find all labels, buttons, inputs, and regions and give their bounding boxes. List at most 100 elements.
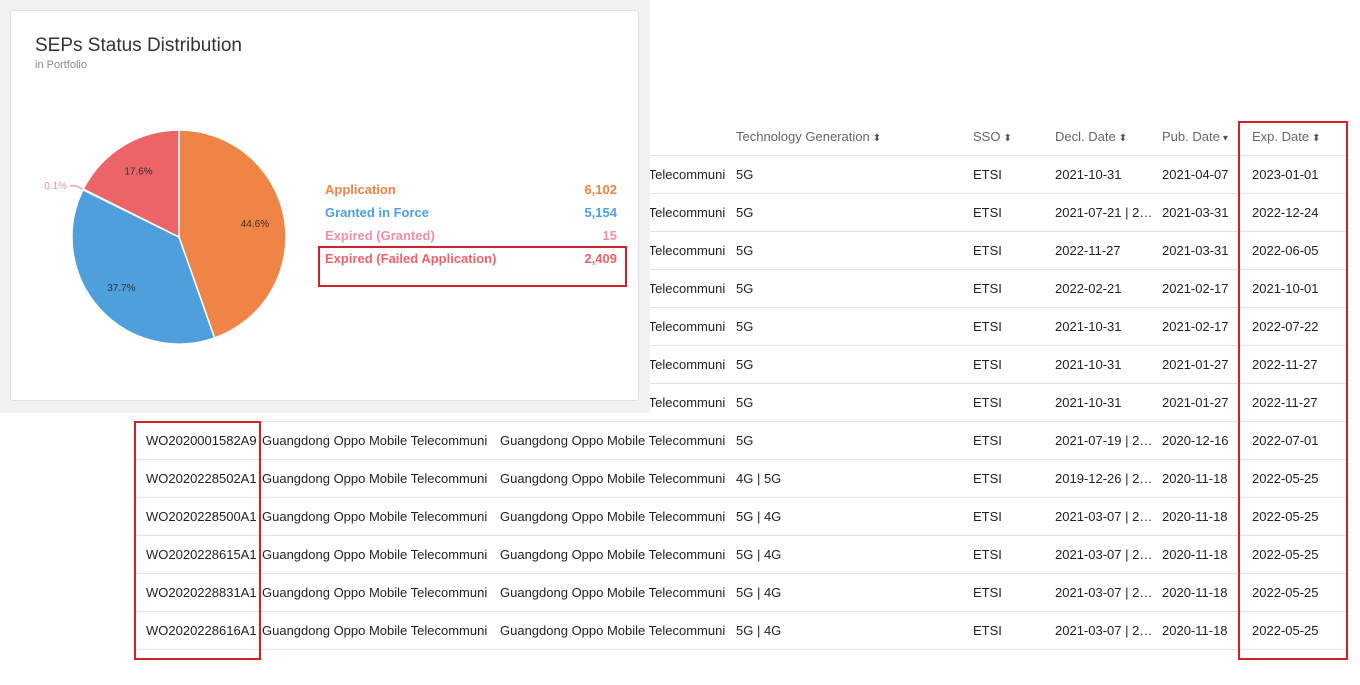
row-sso: ETSI [973,357,1002,372]
row-technology: 5G | 4G [736,509,782,524]
row-technology: 5G [736,319,754,334]
row-applicant: Guangdong Oppo Mobile Telecommuni [500,471,726,486]
legend-label: Application [325,182,396,197]
row-assignee: Guangdong Oppo Mobile Telecommuni [262,509,488,524]
row-technology: 5G | 4G [736,623,782,638]
sort-icon: ⬍ [1118,133,1128,144]
legend-item[interactable]: Expired (Failed Application) 2,409 [325,250,617,273]
sort-desc-icon: ▾ [1222,133,1228,144]
row-id: WO2020228502A1 [146,471,257,486]
row-id: WO2020228831A1 [146,585,257,600]
screenshot-stage: Technology Generation ⬍ SSO ⬍ Decl. Date ⬍ … [0,0,1360,685]
row-exp-date: 2022-07-01 [1252,433,1319,448]
row-applicant: Guangdong Oppo Mobile Telecommuni [500,547,726,562]
row-exp-date: 2022-06-05 [1252,243,1319,258]
row-technology: 5G | 4G [736,547,782,562]
row-id: WO2020228500A1 [146,509,257,524]
header-exp-date[interactable]: Exp. Date ⬍ [1252,118,1344,156]
pie-percent-label: 0.1% [44,181,67,192]
row-decl-date: 2021-10-31 [1055,167,1122,182]
row-decl-date: 2021-03-07 | 20... [1055,585,1154,600]
row-decl-date: 2021-07-21 | 20... [1055,205,1154,220]
header-pub-date[interactable]: Pub. Date ▾ [1162,118,1254,156]
sort-icon: ⬍ [1003,133,1012,144]
row-exp-date: 2022-07-22 [1252,319,1319,334]
row-technology: 5G [736,167,754,182]
row-decl-date: 2021-03-07 | 20... [1055,547,1154,562]
row-technology: 5G [736,395,754,410]
legend-value: 5,154 [584,205,617,220]
row-technology: 5G [736,281,754,296]
row-assignee: Guangdong Oppo Mobile Telecommuni [262,433,488,448]
table-row[interactable]: WO2020228616A1 Guangdong Oppo Mobile Tele… [134,612,1346,650]
row-technology: 5G [736,243,754,258]
row-pub-date: 2021-03-31 [1162,243,1229,258]
row-applicant: Guangdong Oppo Mobile Telecommuni [500,623,726,638]
card-subtitle: in Portfolio [35,59,87,71]
row-assignee: Guangdong Oppo Mobile Telecommuni [262,623,488,638]
row-sso: ETSI [973,471,1002,486]
row-exp-date: 2022-12-24 [1252,205,1319,220]
chart-card-backdrop: SEPs Status Distribution in Portfolio 44… [0,0,650,413]
row-assignee: Guangdong Oppo Mobile Telecommuni [262,547,488,562]
row-id: WO2020228615A1 [146,547,257,562]
row-sso: ETSI [973,623,1002,638]
row-decl-date: 2021-07-19 | 20... [1055,433,1154,448]
row-assignee: Guangdong Oppo Mobile Telecommuni [262,585,488,600]
row-decl-date: 2021-03-07 | 20... [1055,623,1154,638]
pie-connector-line [70,185,83,190]
sort-icon: ⬍ [872,133,882,144]
legend-label: Expired (Failed Application) [325,251,497,266]
pie-percent-label: 44.6% [241,219,269,230]
legend-value: 6,102 [584,182,617,197]
row-exp-date: 2022-05-25 [1252,547,1319,562]
legend-item[interactable]: Granted in Force 5,154 [325,204,617,227]
header-technology-generation[interactable]: Technology Generation ⬍ [736,118,966,156]
row-pub-date: 2021-03-31 [1162,205,1229,220]
row-applicant: Guangdong Oppo Mobile Telecommuni [500,585,726,600]
legend-item[interactable]: Application 6,102 [325,181,617,204]
row-sso: ETSI [973,395,1002,410]
row-pub-date: 2020-11-18 [1162,509,1228,524]
row-exp-date: 2022-05-25 [1252,509,1319,524]
table-row[interactable]: WO2020228502A1 Guangdong Oppo Mobile Tele… [134,460,1346,498]
row-applicant: Guangdong Oppo Mobile Telecommuni [500,509,726,524]
status-pie-chart: 44.6% 37.7% 0.1% 17.6% [44,129,287,345]
row-pub-date: 2020-11-18 [1162,623,1228,638]
row-technology: 5G [736,433,754,448]
row-pub-date: 2020-11-18 [1162,585,1228,600]
legend-label: Granted in Force [325,205,430,220]
header-label: Technology Generation [736,129,870,144]
legend-item[interactable]: Expired (Granted) 15 [325,227,617,250]
row-sso: ETSI [973,205,1002,220]
table-row[interactable]: WO2020001582A9 Guangdong Oppo Mobile Tele… [134,422,1346,460]
row-exp-date: 2022-05-25 [1252,623,1319,638]
row-decl-date: 2022-02-21 [1055,281,1122,296]
legend-value: 15 [602,228,617,243]
row-sso: ETSI [973,547,1002,562]
row-exp-date: 2022-05-25 [1252,585,1319,600]
legend-value: 2,409 [584,251,617,266]
row-decl-date: 2021-03-07 | 20... [1055,509,1154,524]
header-sso[interactable]: SSO ⬍ [973,118,1053,156]
table-row[interactable]: WO2020228500A1 Guangdong Oppo Mobile Tele… [134,498,1346,536]
header-label: Decl. Date [1055,129,1116,144]
row-sso: ETSI [973,281,1002,296]
table-row[interactable]: WO2020228615A1 Guangdong Oppo Mobile Tele… [134,536,1346,574]
row-exp-date: 2022-11-27 [1252,357,1318,372]
sort-icon: ⬍ [1312,133,1321,144]
row-pub-date: 2021-02-17 [1162,319,1229,334]
row-exp-date: 2021-10-01 [1252,281,1319,296]
row-id: WO2020228616A1 [146,623,257,638]
table-row[interactable]: WO2020228831A1 Guangdong Oppo Mobile Tele… [134,574,1346,612]
pie-legend: Application 6,102 Granted in Force 5,154 Exp… [325,181,617,273]
header-label: Pub. Date [1162,129,1220,144]
seps-status-card: SEPs Status Distribution in Portfolio 44… [10,10,639,401]
row-applicant: Guangdong Oppo Mobile Telecommuni [500,433,726,448]
row-decl-date: 2021-10-31 [1055,357,1122,372]
header-decl-date[interactable]: Decl. Date ⬍ [1055,118,1154,156]
header-label: Exp. Date [1252,129,1310,144]
pie-percent-label: 37.7% [107,283,135,294]
row-technology: 5G [736,205,754,220]
row-pub-date: 2020-11-18 [1162,547,1228,562]
